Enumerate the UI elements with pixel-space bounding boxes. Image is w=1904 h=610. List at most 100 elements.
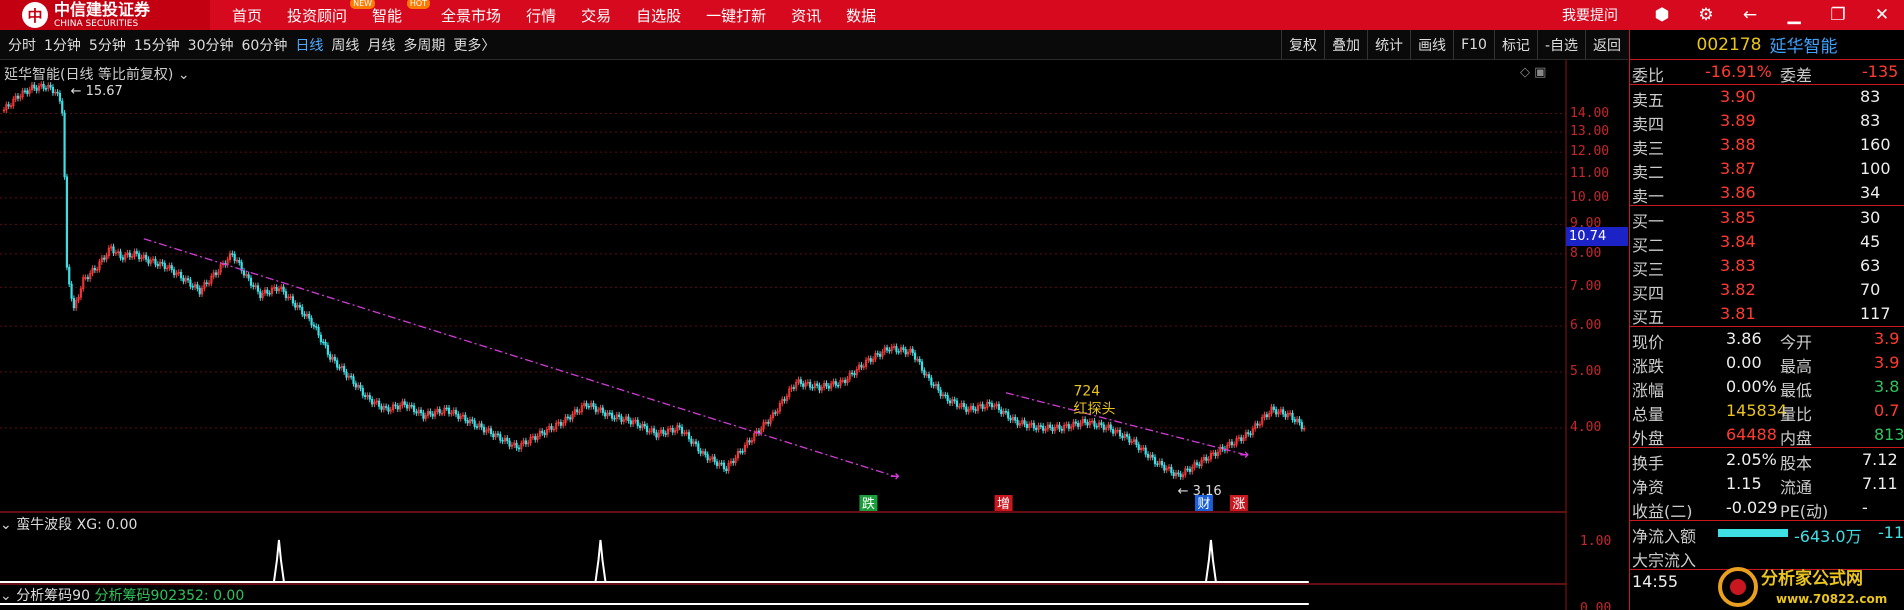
candle-body [1118, 429, 1122, 437]
candle-body [345, 371, 348, 378]
candle-body [291, 296, 295, 304]
candle-body [1039, 425, 1042, 427]
top-menu-bar: 中 中信建投证券 CHINA SECURITIES 首页 投资顾问 NEW 智能 H… [0, 0, 1904, 30]
y-tick-label: 4.00 [1570, 419, 1602, 435]
close-icon[interactable]: ✕ [1860, 5, 1904, 25]
candle-body [182, 277, 185, 282]
back-arrow-icon[interactable]: ← [1728, 5, 1772, 25]
candle-body [103, 257, 106, 260]
tool-f10[interactable]: F10 [1453, 29, 1494, 60]
title-dropdown-icon[interactable]: ⌄ [178, 67, 190, 83]
nav-news[interactable]: 资讯 [791, 5, 821, 26]
candle-body [319, 334, 322, 343]
bid-volume: 117 [1860, 304, 1891, 323]
candle-body [1093, 420, 1096, 427]
ask-price: 3.87 [1720, 159, 1756, 178]
period-weekly[interactable]: 周线 [331, 35, 359, 55]
candle-body [1177, 472, 1180, 475]
quote-value: 3.86 [1726, 329, 1762, 348]
period-more[interactable]: 更多〉 [453, 35, 495, 55]
ask-level-label: 卖一 [1632, 187, 1665, 206]
ask-question-link[interactable]: 我要提问 [1562, 5, 1618, 25]
tool-mark[interactable]: 标记 [1493, 29, 1537, 60]
fund-value2: 7.11 [1862, 474, 1898, 493]
indicator2-label[interactable]: ⌄ 分析筹码90 分析筹码902352: 0.00 [0, 585, 244, 605]
indicator1-collapse-icon[interactable]: ⌄ [0, 517, 12, 533]
candle-body [1128, 436, 1131, 443]
candle-body [431, 413, 434, 417]
candle-body [1186, 468, 1189, 471]
candle-body [1256, 423, 1259, 426]
candle-body [403, 401, 406, 405]
tool-back[interactable]: 返回 [1585, 29, 1628, 60]
period-daily[interactable]: 日线 [295, 35, 323, 55]
candle-body [543, 432, 546, 435]
nav-trade[interactable]: 交易 [581, 5, 611, 26]
candle-body [1102, 424, 1105, 430]
tool-watch[interactable]: -自选 [1536, 29, 1585, 60]
candle-body [1137, 444, 1140, 451]
indicator1-label[interactable]: ⌄ 蛮牛波段 XG: 0.00 [0, 514, 137, 534]
candle-body [170, 265, 173, 271]
candle-body [1298, 418, 1301, 423]
cube-icon[interactable]: ⬢ [1640, 5, 1684, 25]
minimize-icon[interactable]: ▁ [1772, 5, 1816, 25]
candle-body [851, 372, 854, 375]
tool-draw[interactable]: 画线 [1410, 29, 1453, 60]
candle-body [643, 424, 646, 427]
candle-body [713, 456, 716, 463]
candle-body [604, 412, 607, 417]
tool-stats[interactable]: 统计 [1367, 29, 1410, 60]
candle-body [405, 404, 409, 409]
chart-corner-icons[interactable]: ◇ ▣ [1520, 65, 1546, 80]
period-60min[interactable]: 60分钟 [242, 35, 288, 55]
restore-icon[interactable]: ❐ [1816, 5, 1860, 25]
period-1min[interactable]: 1分钟 [44, 35, 81, 55]
candle-body [7, 104, 10, 107]
candle-body [1282, 409, 1285, 415]
quote-panel: 002178 延华智能 委比 -16.91% 委差 -135 卖五 3.90 83 卖… [1629, 30, 1904, 610]
ask-volume: 83 [1860, 111, 1881, 130]
quote-label: 现价 [1632, 333, 1665, 352]
candle-body [1042, 425, 1045, 431]
nav-watchlist[interactable]: 自选股 [636, 5, 681, 26]
nav-panorama[interactable]: 全景市场 [441, 5, 501, 26]
candle-body [655, 432, 658, 438]
period-tick[interactable]: 分时 [8, 35, 36, 55]
candle-body [68, 266, 71, 285]
nav-quotes[interactable]: 行情 [526, 5, 556, 26]
bid-row: 买五 3.81 117 [1630, 302, 1904, 327]
candle-body [343, 366, 346, 373]
nav-ipo[interactable]: 一键打新 [706, 5, 766, 26]
candle-body [1151, 454, 1154, 458]
period-multi[interactable]: 多周期 [403, 35, 445, 55]
candle-body [1100, 422, 1103, 426]
candle-body [1016, 419, 1019, 426]
bid-price: 3.85 [1720, 208, 1756, 227]
fund-label2: 流通 [1780, 478, 1813, 497]
period-5min[interactable]: 5分钟 [89, 35, 126, 55]
nav-advisor[interactable]: 投资顾问 NEW [287, 0, 376, 26]
indicator2-collapse-icon[interactable]: ⌄ [0, 588, 12, 604]
nav-smart[interactable]: 智能 HOT [372, 0, 431, 26]
bid-row: 买二 3.84 45 [1630, 230, 1904, 255]
watermark-swirl-core [1730, 579, 1746, 595]
candle-body [93, 267, 96, 271]
bid-book: 买一 3.85 30 买二 3.84 45 买三 3.83 63 买四 3.82 70 买五 3.81 11… [1630, 206, 1904, 327]
tool-overlay[interactable]: 叠加 [1324, 29, 1367, 60]
nav-home[interactable]: 首页 [232, 5, 262, 26]
kline-chart[interactable]: ➜➜← 15.67← 3.16724红探头跌增财涨1.000.00 [0, 60, 1628, 610]
period-monthly[interactable]: 月线 [367, 35, 395, 55]
tool-adjust[interactable]: 复权 [1281, 29, 1324, 60]
candle-body [33, 84, 36, 89]
candle-body [1272, 406, 1275, 410]
gear-icon[interactable]: ⚙ [1684, 5, 1728, 25]
period-15min[interactable]: 15分钟 [134, 35, 180, 55]
nav-data[interactable]: 数据 [846, 5, 876, 26]
candle-body [885, 347, 889, 351]
period-30min[interactable]: 30分钟 [188, 35, 234, 55]
candle-body [49, 84, 52, 88]
brand-logo[interactable]: 中 中信建投证券 CHINA SECURITIES [0, 0, 210, 30]
candle-body [249, 277, 253, 286]
candle-body [1049, 424, 1052, 428]
